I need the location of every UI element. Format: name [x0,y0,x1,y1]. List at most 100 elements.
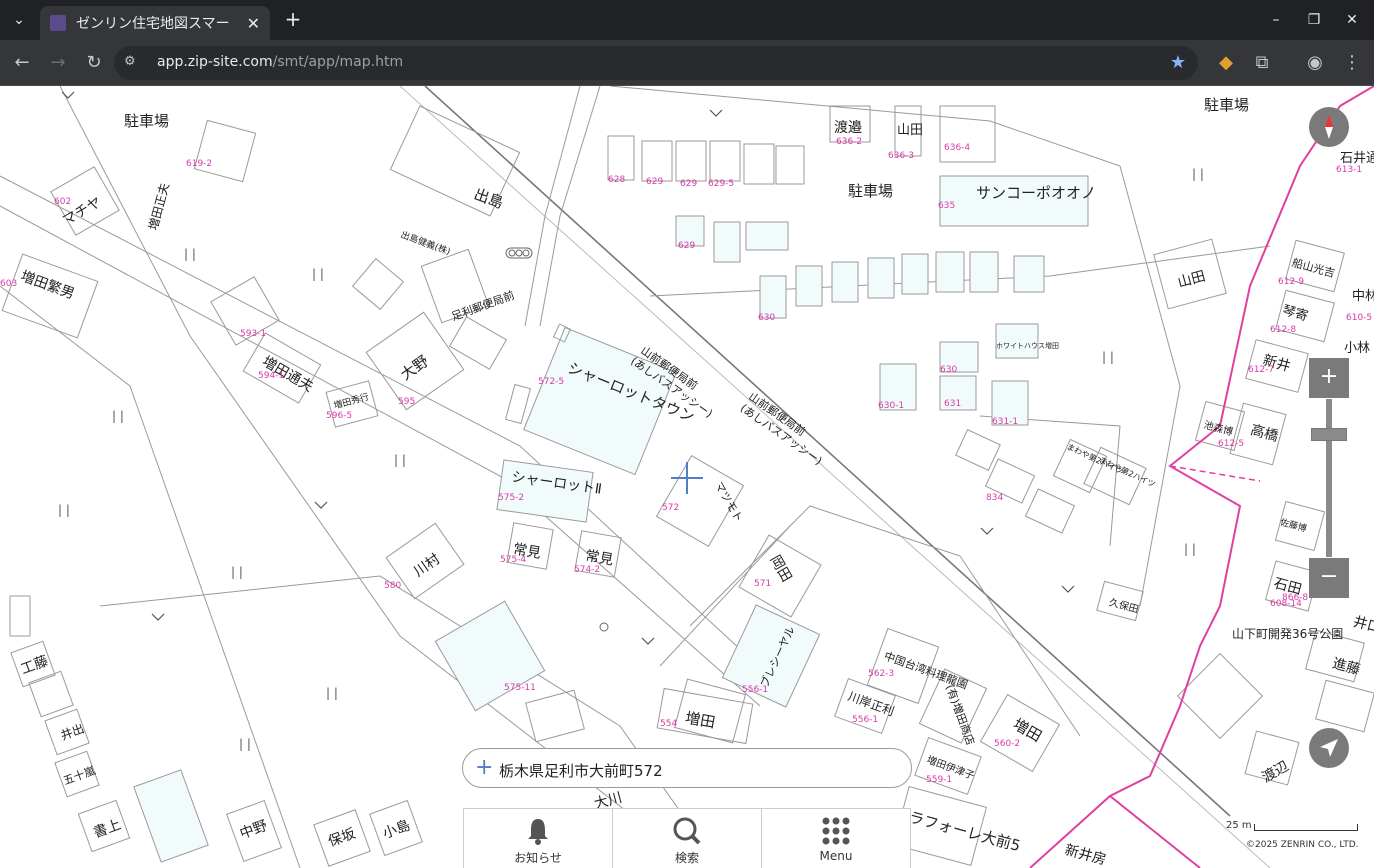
svg-text:636-2: 636-2 [836,137,862,147]
nav-notice-button[interactable]: お知らせ [464,809,613,868]
svg-text:工藤: 工藤 [19,653,51,678]
svg-text:575-4: 575-4 [500,555,526,565]
svg-text:駐車場: 駐車場 [848,182,893,200]
browser-toolbar: ← → ↻ ⚙ app.zip-site.com/smt/app/map.htm… [0,40,1374,86]
svg-text:大野: 大野 [397,352,432,384]
svg-text:635: 635 [938,201,955,211]
svg-text:出島健義(株): 出島健義(株) [399,229,452,258]
svg-text:新井房: 新井房 [1063,842,1108,868]
svg-text:580: 580 [384,581,401,591]
svg-text:631-1: 631-1 [992,417,1018,427]
svg-text:629: 629 [646,177,663,187]
svg-text:602: 602 [54,197,71,207]
browser-tab-active[interactable]: ゼンリン住宅地図スマー ✕ [40,6,270,40]
svg-text:ラフォーレ大前5: ラフォーレ大前5 [907,808,1022,855]
svg-text:山田: 山田 [897,123,923,138]
window-close-icon[interactable]: ✕ [1338,8,1366,32]
svg-text:増田繁男: 増田繁男 [18,268,76,302]
forward-arrow-icon[interactable]: → [45,50,71,76]
svg-text:636-3: 636-3 [888,151,914,161]
profile-avatar-icon[interactable]: ◉ [1302,50,1328,76]
svg-text:| |: | | [239,737,251,751]
zoom-in-button[interactable]: + [1309,358,1349,398]
svg-text:駐車場: 駐車場 [1204,96,1249,114]
svg-text:629: 629 [680,179,697,189]
svg-text:556-1: 556-1 [742,685,768,695]
svg-text:書上: 書上 [91,817,123,842]
address-bar-map[interactable]: + 栃木県足利市大前町572 [462,748,912,788]
svg-text:山田: 山田 [1176,268,1207,291]
bottom-navigation: お知らせ 検索 Menu [463,808,911,868]
svg-text:川村: 川村 [411,551,443,580]
svg-text:出島: 出島 [472,185,506,212]
svg-text:630: 630 [940,365,957,375]
url-text: app.zip-site.com/smt/app/map.htm [157,54,404,70]
svg-text:603: 603 [0,279,17,289]
svg-text:575-11: 575-11 [504,683,536,693]
svg-text:| |: | | [1184,542,1196,556]
svg-text:572: 572 [662,503,679,513]
svg-text:小林: 小林 [1344,341,1370,356]
svg-text:556-1: 556-1 [852,715,878,725]
svg-text:井口: 井口 [1351,614,1374,637]
bookmark-star-icon[interactable]: ★ [1170,52,1186,73]
svg-text:進藤: 進藤 [1331,656,1362,679]
svg-text:| |: | | [112,409,124,423]
svg-text:| |: | | [326,686,338,700]
svg-text:渡邉: 渡邉 [834,120,862,136]
address-bar[interactable]: ⚙ app.zip-site.com/smt/app/map.htm ★ [114,46,1198,80]
zoom-out-button[interactable]: − [1309,558,1349,598]
crosshair-plus-icon: + [475,755,494,780]
svg-text:増田: 増田 [684,709,717,732]
tab-list-chevron-icon[interactable]: ⌄ [6,8,32,32]
svg-text:石井通: 石井通 [1340,151,1374,166]
svg-text:612-5: 612-5 [1218,439,1244,449]
svg-text:足利郵便局前: 足利郵便局前 [449,288,516,324]
svg-text:| |: | | [1192,167,1204,181]
svg-text:| |: | | [184,247,196,261]
incognito-extension-icon[interactable]: ◆ [1213,50,1239,76]
reload-icon[interactable]: ↻ [81,50,107,76]
svg-text:572-5: 572-5 [538,377,564,387]
extensions-puzzle-icon[interactable]: ⧉ [1249,50,1275,76]
minimize-icon[interactable]: – [1262,8,1290,32]
nav-menu-button[interactable]: Menu [762,809,910,868]
bell-icon [528,819,548,845]
svg-text:629-5: 629-5 [708,179,734,189]
browser-tab-bar: ⌄ ゼンリン住宅地図スマー ✕ + – ❐ ✕ [0,0,1374,40]
nav-search-button[interactable]: 検索 [613,809,762,868]
copyright-text: ©2025 ZENRIN CO., LTD. [1246,840,1359,850]
compass-needle-icon [1325,115,1333,139]
svg-text:631: 631 [944,399,961,409]
location-arrow-icon [1320,739,1338,757]
svg-text:久保田: 久保田 [1108,596,1140,616]
site-settings-icon[interactable]: ⚙ [124,54,142,72]
svg-text:五十嵐: 五十嵐 [61,763,97,787]
svg-text:612-9: 612-9 [1278,277,1304,287]
svg-text:サンコーポオオノ: サンコーポオオノ [976,184,1096,202]
svg-text:中林: 中林 [1352,289,1374,304]
restore-icon[interactable]: ❐ [1300,8,1328,32]
svg-text:612-7: 612-7 [1248,365,1274,375]
svg-text:595: 595 [398,397,415,407]
current-location-button[interactable] [1309,728,1349,768]
zoom-slider-thumb[interactable] [1311,428,1347,441]
svg-text:| |: | | [394,453,406,467]
new-tab-plus-icon[interactable]: + [282,8,304,32]
grid-dots-icon [822,817,850,845]
svg-text:619-2: 619-2 [186,159,212,169]
svg-text:井出: 井出 [59,721,86,742]
svg-text:593-1: 593-1 [240,329,266,339]
svg-text:保坂: 保坂 [326,826,358,851]
compass-button[interactable] [1309,107,1349,147]
svg-text:琴寄: 琴寄 [1281,302,1310,324]
svg-text:| |: | | [231,565,243,579]
zoom-slider-track[interactable] [1326,399,1332,557]
svg-text:559-1: 559-1 [926,775,952,785]
svg-text:613-1: 613-1 [1336,165,1362,175]
svg-text:560-2: 560-2 [994,739,1020,749]
back-arrow-icon[interactable]: ← [9,50,35,76]
kebab-menu-icon[interactable]: ⋮ [1339,50,1365,76]
tab-close-icon[interactable]: ✕ [247,14,260,33]
svg-text:562-3: 562-3 [868,669,894,679]
